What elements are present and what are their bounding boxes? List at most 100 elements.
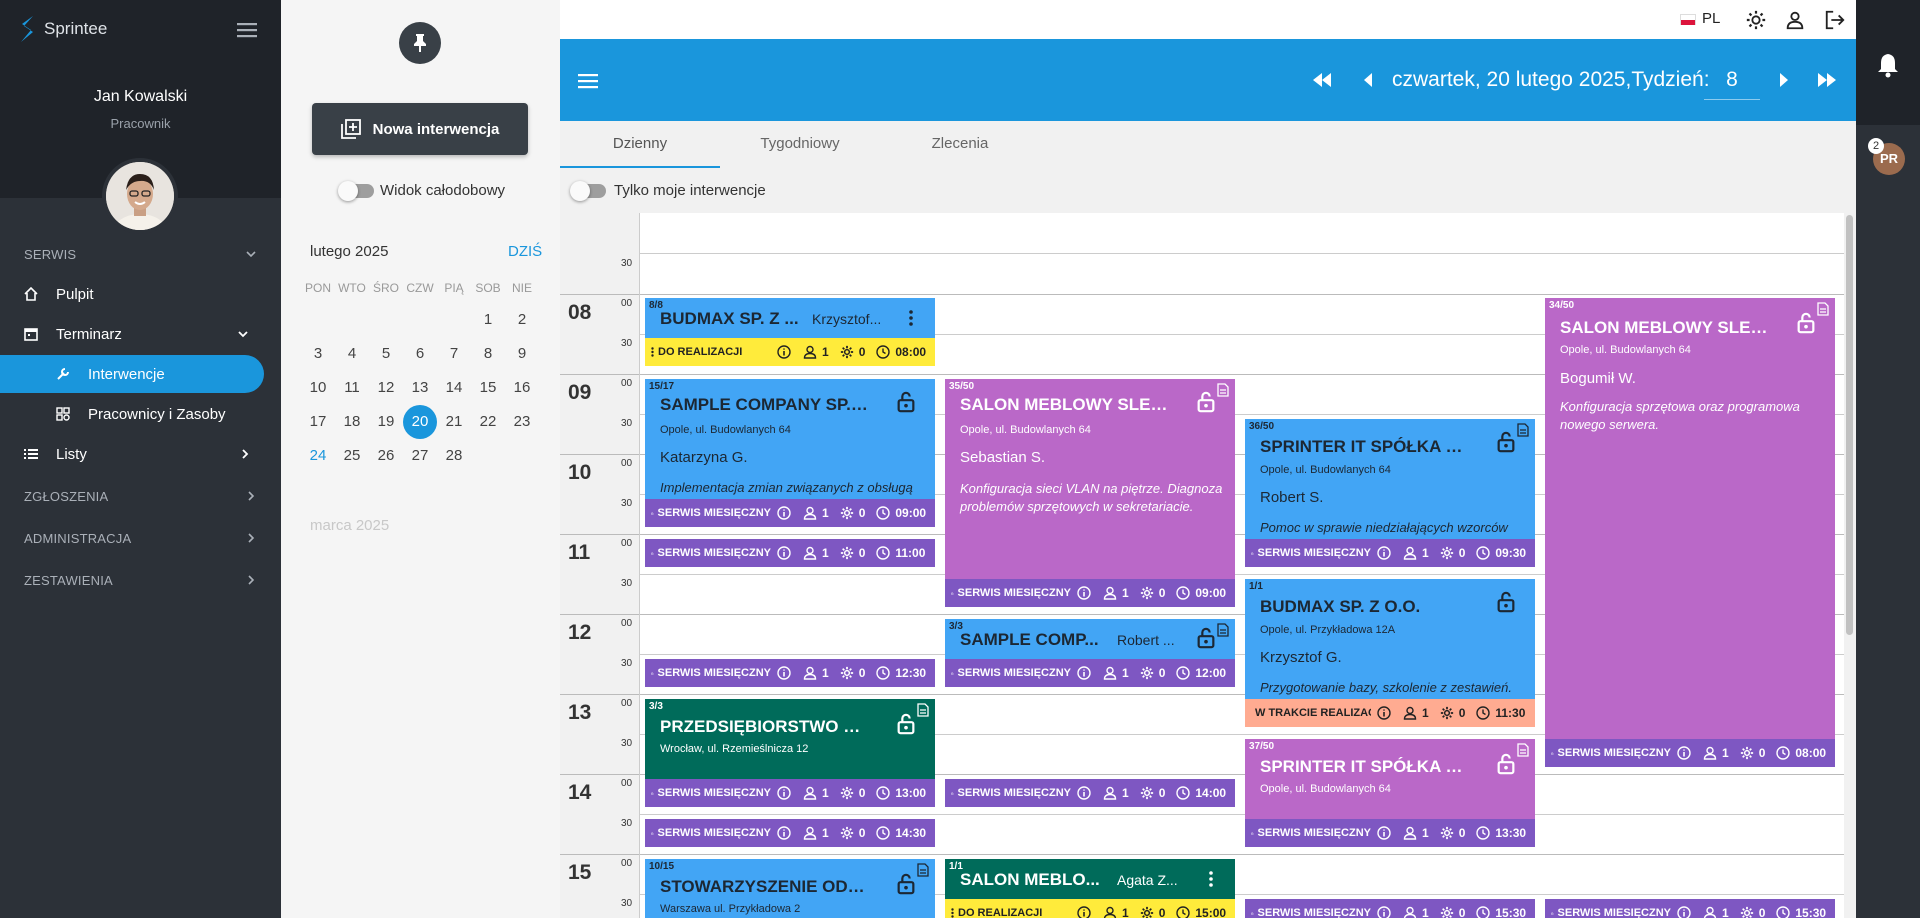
fast-forward-icon[interactable] bbox=[1818, 73, 1836, 87]
document-button[interactable] bbox=[1217, 623, 1229, 637]
lock-button[interactable] bbox=[1195, 627, 1217, 649]
chevron-down-icon[interactable] bbox=[246, 249, 256, 259]
calendar-day[interactable]: 18 bbox=[335, 405, 369, 439]
calendar-day[interactable]: 26 bbox=[369, 439, 403, 473]
tab-dzienny[interactable]: Dzienny bbox=[560, 135, 720, 152]
week-number-input[interactable]: 8 bbox=[1704, 60, 1760, 100]
calendar-day[interactable]: 17 bbox=[301, 405, 335, 439]
calendar-day[interactable]: 14 bbox=[437, 371, 471, 405]
pin-button[interactable] bbox=[399, 22, 441, 64]
tab-zlecenia[interactable]: Zlecenia bbox=[880, 135, 1040, 152]
sidebar-toggle-icon[interactable] bbox=[237, 22, 257, 38]
sidebar-item-pulpit[interactable]: Pulpit bbox=[0, 275, 281, 313]
new-intervention-button[interactable]: Nowa interwencja bbox=[312, 103, 528, 155]
calendar-day[interactable]: 12 bbox=[369, 371, 403, 405]
status-bar[interactable]: SERWIS MIESIĘCZNY 1 0 09:00 bbox=[945, 579, 1235, 607]
calendar-day[interactable]: 9 bbox=[505, 337, 539, 371]
lock-button[interactable] bbox=[1495, 753, 1517, 775]
intervention-card[interactable]: 8/8 BUDMAX SP. Z ... Krzysztof... bbox=[645, 298, 935, 338]
calendar-day[interactable]: 6 bbox=[403, 337, 437, 371]
intervention-card[interactable]: 37/50 SPRINTER IT SPÓŁKA Z O... Opole, ul.… bbox=[1245, 739, 1535, 819]
calendar-day[interactable]: 15 bbox=[471, 371, 505, 405]
calendar-day[interactable]: 27 bbox=[403, 439, 437, 473]
status-bar[interactable]: SERWIS MIESIĘCZNY 1 0 14:30 bbox=[645, 819, 935, 847]
calendar-day[interactable]: 22 bbox=[471, 405, 505, 439]
calendar-day[interactable]: 1 bbox=[471, 303, 505, 337]
lock-button[interactable] bbox=[1495, 591, 1517, 613]
lock-button[interactable] bbox=[1195, 391, 1217, 413]
more-vert-icon[interactable] bbox=[1209, 871, 1213, 887]
intervention-card[interactable]: 1/1 BUDMAX SP. Z O.O. Opole, ul. Przykłado… bbox=[1245, 579, 1535, 699]
bell-icon[interactable] bbox=[1876, 52, 1900, 78]
flag-pl-icon[interactable] bbox=[1680, 14, 1696, 25]
document-button[interactable] bbox=[1217, 383, 1229, 397]
status-bar[interactable]: SERWIS MIESIĘCZNY 1 0 15:30 bbox=[1245, 899, 1535, 918]
calendar-day[interactable]: 28 bbox=[437, 439, 471, 473]
scrollbar[interactable] bbox=[1844, 213, 1856, 918]
language-selector[interactable]: PL bbox=[1702, 10, 1720, 27]
status-bar[interactable]: SERWIS MIESIĘCZNY 1 0 08:00 bbox=[1545, 739, 1835, 767]
document-button[interactable] bbox=[1517, 743, 1529, 757]
document-button[interactable] bbox=[917, 703, 929, 717]
calendar-day[interactable]: 25 bbox=[335, 439, 369, 473]
lock-button[interactable] bbox=[895, 391, 917, 413]
calendar-day[interactable]: 24 bbox=[301, 439, 335, 473]
status-bar[interactable]: DO REALIZACJI 1 0 08:00 bbox=[645, 338, 935, 366]
nav-section-zgloszenia[interactable]: ZGŁOSZENIA bbox=[24, 489, 108, 504]
more-button[interactable] bbox=[909, 310, 913, 326]
only-mine-toggle[interactable] bbox=[570, 181, 606, 201]
calendar-day[interactable]: 7 bbox=[437, 337, 471, 371]
calendar-day[interactable]: 16 bbox=[505, 371, 539, 405]
user-icon[interactable] bbox=[1784, 9, 1806, 31]
gear-icon[interactable] bbox=[1745, 9, 1767, 31]
calendar-day[interactable]: 23 bbox=[505, 405, 539, 439]
nav-section-serwis[interactable]: SERWIS bbox=[24, 247, 76, 262]
calendar-day[interactable]: 8 bbox=[471, 337, 505, 371]
intervention-card[interactable]: 3/3 SAMPLE COMP... Robert ... bbox=[945, 619, 1235, 659]
status-bar[interactable]: SERWIS MIESIĘCZNY 1 0 13:00 bbox=[645, 779, 935, 807]
tab-tygodniowy[interactable]: Tygodniowy bbox=[720, 135, 880, 152]
intervention-card[interactable]: 36/50 SPRINTER IT SPÓŁKA Z O... Opole, ul.… bbox=[1245, 419, 1535, 539]
intervention-card[interactable]: 10/15 STOWARZYSZENIE ODNO... Warszawa ul. … bbox=[645, 859, 935, 918]
status-bar[interactable]: SERWIS MIESIĘCZNY 1 0 12:00 bbox=[945, 659, 1235, 687]
chevron-right-icon[interactable] bbox=[246, 533, 256, 543]
calendar-day[interactable]: 20 bbox=[403, 405, 437, 439]
lock-button[interactable] bbox=[1495, 431, 1517, 453]
avatar[interactable] bbox=[102, 158, 178, 234]
sidebar-item-interwencje[interactable]: Interwencje bbox=[0, 355, 264, 393]
sidebar-item-listy[interactable]: Listy bbox=[0, 435, 281, 473]
calendar-day[interactable]: 13 bbox=[403, 371, 437, 405]
calendar-day[interactable]: 21 bbox=[437, 405, 471, 439]
status-bar[interactable]: W TRAKCIE REALIZACJI 1 0 11:30 bbox=[1245, 699, 1535, 727]
intervention-card[interactable]: 34/50 SALON MEBLOWY SLEEP ... Opole, ul. B… bbox=[1545, 298, 1835, 739]
lock-button[interactable] bbox=[1795, 312, 1817, 334]
today-button[interactable]: DZIŚ bbox=[508, 243, 542, 260]
logout-icon[interactable] bbox=[1824, 9, 1846, 31]
calendar-day[interactable]: 4 bbox=[335, 337, 369, 371]
app-logo[interactable]: Sprintee bbox=[18, 14, 107, 44]
lock-button[interactable] bbox=[895, 713, 917, 735]
chevron-right-icon[interactable] bbox=[246, 491, 256, 501]
prev-day-icon[interactable] bbox=[1364, 73, 1372, 87]
more-vert-icon[interactable] bbox=[909, 310, 913, 326]
sidebar-item-terminarz[interactable]: Terminarz bbox=[0, 315, 281, 353]
lock-button[interactable] bbox=[895, 873, 917, 895]
chevron-right-icon[interactable] bbox=[246, 575, 256, 585]
status-bar[interactable]: SERWIS MIESIĘCZNY 1 0 09:00 bbox=[645, 499, 935, 527]
calendar-day[interactable]: 3 bbox=[301, 337, 335, 371]
document-button[interactable] bbox=[1517, 423, 1529, 437]
status-bar[interactable]: SERWIS MIESIĘCZNY 1 0 11:00 bbox=[645, 539, 935, 567]
intervention-card[interactable]: 1/1 SALON MEBLO... Agata Z... bbox=[945, 859, 1235, 899]
intervention-card[interactable]: 3/3 PRZEDSIĘBIORSTWO HA... Wrocław, ul. Rz… bbox=[645, 699, 935, 779]
intervention-card[interactable]: 35/50 SALON MEBLOWY SLEEP ... Opole, ul. B… bbox=[945, 379, 1235, 579]
calendar-day[interactable]: 10 bbox=[301, 371, 335, 405]
menu-icon[interactable] bbox=[578, 73, 598, 89]
calendar-day[interactable]: 5 bbox=[369, 337, 403, 371]
fast-rewind-icon[interactable] bbox=[1313, 73, 1331, 87]
status-bar[interactable]: SERWIS MIESIĘCZNY 1 0 14:00 bbox=[945, 779, 1235, 807]
next-day-icon[interactable] bbox=[1780, 73, 1788, 87]
more-button[interactable] bbox=[1209, 871, 1213, 887]
calendar-day[interactable]: 19 bbox=[369, 405, 403, 439]
status-bar[interactable]: SERWIS MIESIĘCZNY 1 0 15:30 bbox=[1545, 899, 1835, 918]
document-button[interactable] bbox=[1817, 302, 1829, 316]
